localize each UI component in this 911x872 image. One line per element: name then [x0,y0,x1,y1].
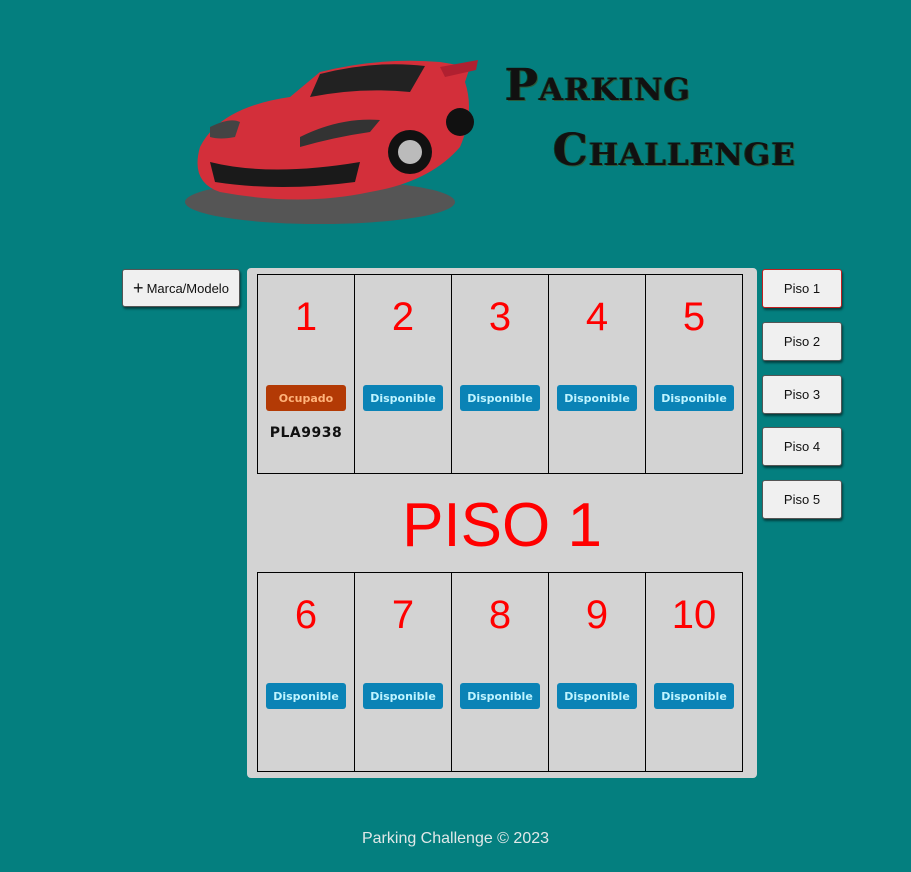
parking-spot[interactable]: 9 Disponible [548,572,646,772]
spot-number: 3 [488,295,512,339]
footer-text: Parking Challenge © 2023 [361,830,550,847]
spot-number: 2 [391,295,415,339]
floor-2-button[interactable]: Piso 2 [762,322,842,361]
floor-1-button[interactable]: Piso 1 [762,269,842,308]
status-badge-available: Disponible [460,683,540,709]
status-badge-available: Disponible [654,385,734,411]
spot-number: 10 [671,593,717,637]
app-title-line-1: Parking [505,60,692,111]
floor-4-button[interactable]: Piso 4 [762,427,842,466]
status-badge-available: Disponible [654,683,734,709]
spot-number: 6 [294,593,318,637]
parking-spot[interactable]: 6 Disponible [257,572,355,772]
spot-number: 9 [585,593,609,637]
add-brand-model-button[interactable]: + Marca/Modelo [122,269,240,307]
floor-5-button[interactable]: Piso 5 [762,480,842,519]
parking-spot[interactable]: 2 Disponible [354,274,452,474]
status-badge-available: Disponible [557,683,637,709]
add-brand-model-label: Marca/Modelo [146,280,229,296]
parking-floor-panel: 1 Ocupado PLA9938 2 Disponible 3 Disponi… [247,268,757,778]
red-sports-car-icon [185,60,478,224]
spot-number: 8 [488,593,512,637]
spots-row-bottom: 6 Disponible 7 Disponible 8 Disponible 9… [257,572,743,772]
app-title-line-2: Challenge [553,125,797,176]
license-plate: PLA9938 [269,425,343,441]
parking-spot[interactable]: 4 Disponible [548,274,646,474]
parking-spot[interactable]: 5 Disponible [645,274,743,474]
parking-spot[interactable]: 10 Disponible [645,572,743,772]
spot-number: 7 [391,593,415,637]
car-logo-image [180,52,480,230]
status-badge-available: Disponible [363,683,443,709]
spot-number: 1 [294,295,318,339]
spots-row-top: 1 Ocupado PLA9938 2 Disponible 3 Disponi… [257,274,743,474]
status-badge-available: Disponible [266,683,346,709]
plus-icon: + [133,278,144,298]
parking-spot[interactable]: 1 Ocupado PLA9938 [257,274,355,474]
status-badge-available: Disponible [557,385,637,411]
status-badge-available: Disponible [363,385,443,411]
parking-spot[interactable]: 8 Disponible [451,572,549,772]
spot-number: 5 [682,295,706,339]
floor-3-button[interactable]: Piso 3 [762,375,842,414]
parking-spot[interactable]: 3 Disponible [451,274,549,474]
status-badge-occupied: Ocupado [266,385,346,411]
parking-spot[interactable]: 7 Disponible [354,572,452,772]
floor-label: PISO 1 [402,491,602,560]
spot-number: 4 [585,295,609,339]
status-badge-available: Disponible [460,385,540,411]
